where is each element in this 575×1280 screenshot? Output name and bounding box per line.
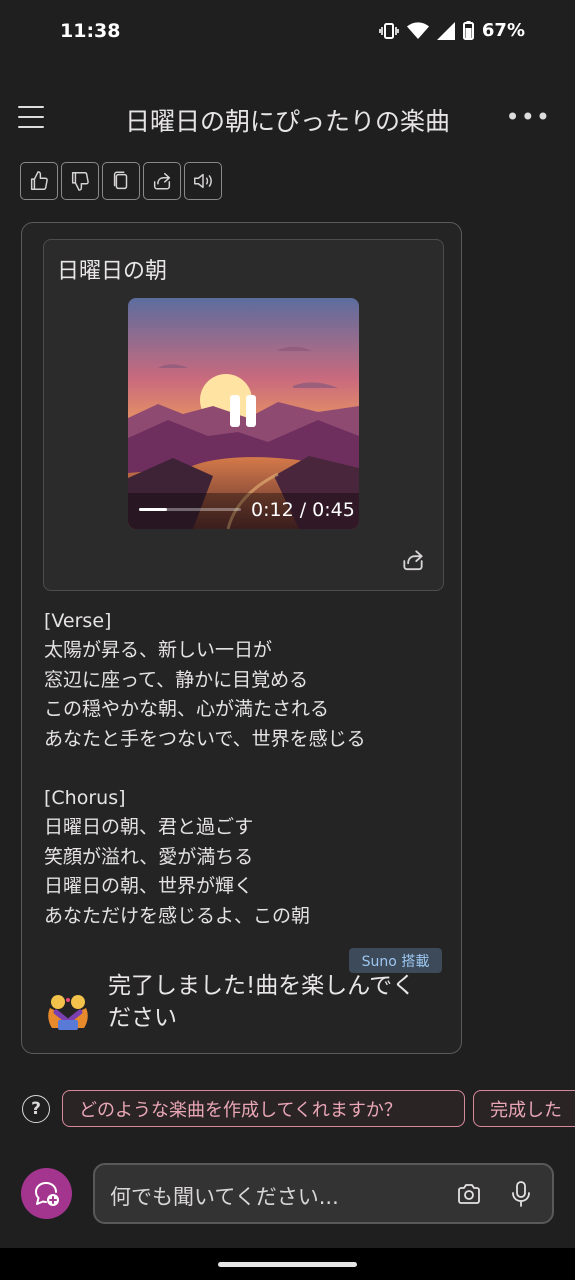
status-icons: 67% <box>379 20 525 41</box>
thumbs-up-icon <box>30 171 48 190</box>
new-chat-button[interactable] <box>21 1168 72 1219</box>
question-icon[interactable]: ? <box>22 1095 50 1123</box>
microphone-icon[interactable] <box>510 1180 532 1208</box>
page-title: 日曜日の朝にぴったりの楽曲 <box>124 107 450 136</box>
dislike-button[interactable] <box>61 162 99 200</box>
like-button[interactable] <box>20 162 58 200</box>
battery-icon <box>462 21 474 40</box>
playback-time: 0:12 / 0:45 <box>251 499 355 521</box>
progress-bar[interactable] <box>139 508 241 511</box>
speaker-icon <box>194 173 212 189</box>
chat-input-placeholder: 何でも聞いてください... <box>110 1185 339 1209</box>
suggestion-chip[interactable]: どのような楽曲を作成してくれますか？ <box>62 1090 465 1127</box>
song-title: 日曜日の朝 <box>57 259 168 284</box>
camera-icon[interactable] <box>457 1183 481 1205</box>
read-aloud-button[interactable] <box>184 162 222 200</box>
celebration-emoji-icon <box>44 992 92 1032</box>
lyric-line: [Chorus] <box>44 787 126 809</box>
message-actions <box>20 162 222 200</box>
share-button[interactable] <box>143 162 181 200</box>
copy-icon <box>113 171 128 190</box>
signal-icon <box>436 21 455 40</box>
lyric-line: あなただけを感じるよ、この朝 <box>44 905 311 927</box>
song-share-button[interactable] <box>400 547 426 573</box>
completion-message: 完了しました!曲を楽しんでください <box>108 973 416 1031</box>
lyric-line: [Verse] <box>44 610 112 632</box>
lyric-line: 太陽が昇る、新しい一日が <box>44 639 273 661</box>
battery-percent: 67% <box>481 20 525 41</box>
new-chat-icon <box>34 1181 59 1206</box>
lyric-line: 日曜日の朝、世界が輝く <box>44 875 254 897</box>
wifi-icon <box>406 21 429 39</box>
lyric-line: 窓辺に座って、静かに目覚める <box>44 669 309 691</box>
lyric-line: 笑顔が溢れ、愛が満ちる <box>44 846 254 868</box>
vibrate-icon <box>379 22 399 39</box>
pause-button[interactable] <box>230 395 258 427</box>
lyric-line: あなたと手をつないで、世界を感じる <box>44 728 366 750</box>
home-indicator[interactable] <box>218 1262 357 1267</box>
thumbs-down-icon <box>71 172 89 191</box>
more-horizontal-icon[interactable]: ••• <box>506 103 551 131</box>
copy-button[interactable] <box>102 162 140 200</box>
status-time: 11:38 <box>60 20 121 42</box>
suggestion-chip[interactable]: 完成した <box>473 1090 575 1127</box>
share-icon <box>153 172 171 190</box>
lyric-line: 日曜日の朝、君と過ごす <box>44 816 254 838</box>
lyric-line: この穏やかな朝、心が満たされる <box>44 698 330 720</box>
share-icon <box>403 550 423 571</box>
progress-fill <box>139 508 167 511</box>
